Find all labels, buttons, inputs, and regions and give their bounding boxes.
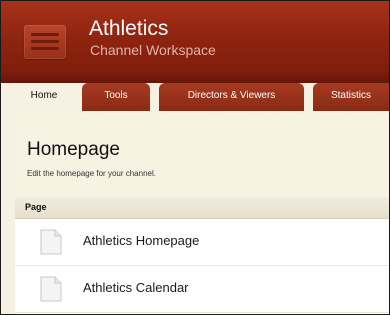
document-icon [40, 229, 62, 255]
workspace-frame: Athletics Channel Workspace Home Tools D… [0, 0, 390, 315]
pages-table: Page Athletics Homepage Athletics Calend… [15, 197, 389, 314]
channel-logo-icon [24, 25, 66, 59]
channel-title: Athletics [89, 17, 169, 40]
column-header-page: Page [15, 197, 389, 219]
page-title: Homepage [27, 139, 120, 160]
tab-tools[interactable]: Tools [82, 83, 150, 111]
document-icon [40, 276, 62, 302]
page-link[interactable]: Athletics Homepage [83, 233, 199, 249]
page-description: Edit the homepage for your channel. [27, 169, 156, 178]
tab-directors-viewers[interactable]: Directors & Viewers [159, 83, 304, 111]
channel-header: Athletics Channel Workspace [1, 1, 389, 83]
main-content: Homepage Edit the homepage for your chan… [15, 111, 389, 314]
tab-home[interactable]: Home [15, 83, 73, 113]
table-row[interactable]: Athletics Calendar [15, 266, 389, 313]
table-row[interactable]: Athletics Homepage [15, 219, 389, 266]
channel-subtitle: Channel Workspace [90, 42, 216, 58]
tab-statistics[interactable]: Statistics [313, 83, 389, 111]
page-link[interactable]: Athletics Calendar [83, 280, 189, 296]
tab-bar: Home Tools Directors & Viewers Statistic… [1, 83, 389, 113]
